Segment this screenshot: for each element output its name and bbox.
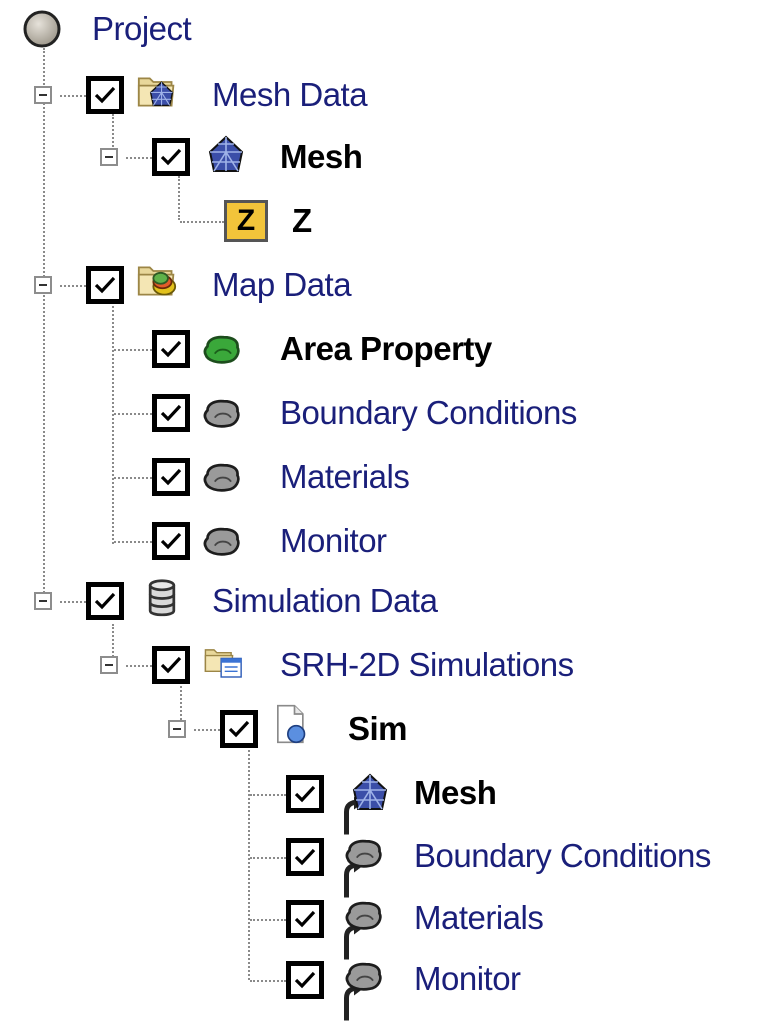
tree-branch xyxy=(250,919,286,921)
visibility-checkbox[interactable] xyxy=(86,266,124,304)
tree-branch xyxy=(114,349,152,351)
coverage-link-icon xyxy=(344,834,384,874)
coverage-active-icon xyxy=(202,330,242,370)
tree-node-label: Mesh Data xyxy=(212,76,368,113)
tree-node-label: Mesh xyxy=(280,138,363,175)
tree-connector-sim xyxy=(248,750,250,980)
tree-node-label: Materials xyxy=(280,458,410,495)
tree-branch xyxy=(194,729,220,731)
tree-branch xyxy=(250,857,286,859)
coverage-icon xyxy=(202,458,242,498)
coverage-icon xyxy=(202,394,242,434)
collapse-toggle[interactable] xyxy=(100,148,118,166)
tree-node-label: Mesh xyxy=(414,774,497,811)
tree-connector-root xyxy=(43,48,45,600)
tree-branch xyxy=(60,285,86,287)
simulation-folder-icon xyxy=(204,649,242,678)
coverage-link-icon xyxy=(344,957,384,997)
tree-branch xyxy=(250,794,286,796)
tree-node-label: Boundary Conditions xyxy=(414,837,711,874)
tree-branch xyxy=(114,413,152,415)
tree-node-label: Materials xyxy=(414,899,544,936)
tree-branch xyxy=(250,980,286,982)
collapse-toggle[interactable] xyxy=(34,86,52,104)
visibility-checkbox[interactable] xyxy=(86,582,124,620)
tree-node-label: Simulation Data xyxy=(212,582,438,619)
visibility-checkbox[interactable] xyxy=(286,900,324,938)
visibility-checkbox[interactable] xyxy=(152,330,190,368)
mesh-icon xyxy=(206,134,246,174)
project-node-icon xyxy=(23,10,61,48)
tree-node-label: Area Property xyxy=(280,330,492,367)
simulation-icon xyxy=(277,704,306,744)
tree-branch xyxy=(114,541,152,543)
collapse-toggle[interactable] xyxy=(100,656,118,674)
mesh-link-icon xyxy=(350,772,390,812)
visibility-checkbox[interactable] xyxy=(152,522,190,560)
tree-node-label: Z xyxy=(292,202,312,239)
visibility-checkbox[interactable] xyxy=(220,710,258,748)
tree-branch xyxy=(126,157,152,159)
tree-node-label: Monitor xyxy=(280,522,387,559)
tree-node-label: Boundary Conditions xyxy=(280,394,577,431)
tree-connector-map-data xyxy=(112,306,114,544)
tree-node-label: Sim xyxy=(348,710,408,747)
project-tree: Project Mesh Data Mesh Z Z Map Data Area… xyxy=(0,0,776,1011)
collapse-toggle[interactable] xyxy=(168,720,186,738)
visibility-checkbox[interactable] xyxy=(152,394,190,432)
collapse-toggle[interactable] xyxy=(34,592,52,610)
database-icon xyxy=(148,579,176,617)
visibility-checkbox[interactable] xyxy=(286,838,324,876)
visibility-checkbox[interactable] xyxy=(86,76,124,114)
visibility-checkbox[interactable] xyxy=(152,458,190,496)
tree-connector-mesh xyxy=(178,176,180,220)
tree-node-label: Monitor xyxy=(414,960,521,997)
visibility-checkbox[interactable] xyxy=(152,138,190,176)
tree-branch xyxy=(114,477,152,479)
collapse-toggle[interactable] xyxy=(34,276,52,294)
map-folder-icon xyxy=(137,266,177,296)
tree-branch xyxy=(126,665,152,667)
coverage-icon xyxy=(202,522,242,562)
tree-node-label: Project xyxy=(92,10,192,47)
dataset-z-icon: Z xyxy=(224,200,268,242)
tree-branch xyxy=(180,221,224,223)
tree-node-label: Map Data xyxy=(212,266,352,303)
tree-branch xyxy=(60,95,86,97)
visibility-checkbox[interactable] xyxy=(286,775,324,813)
mesh-folder-icon xyxy=(137,77,175,107)
tree-node-label: SRH-2D Simulations xyxy=(280,646,574,683)
tree-branch xyxy=(60,601,86,603)
visibility-checkbox[interactable] xyxy=(152,646,190,684)
coverage-link-icon xyxy=(344,896,384,936)
visibility-checkbox[interactable] xyxy=(286,961,324,999)
